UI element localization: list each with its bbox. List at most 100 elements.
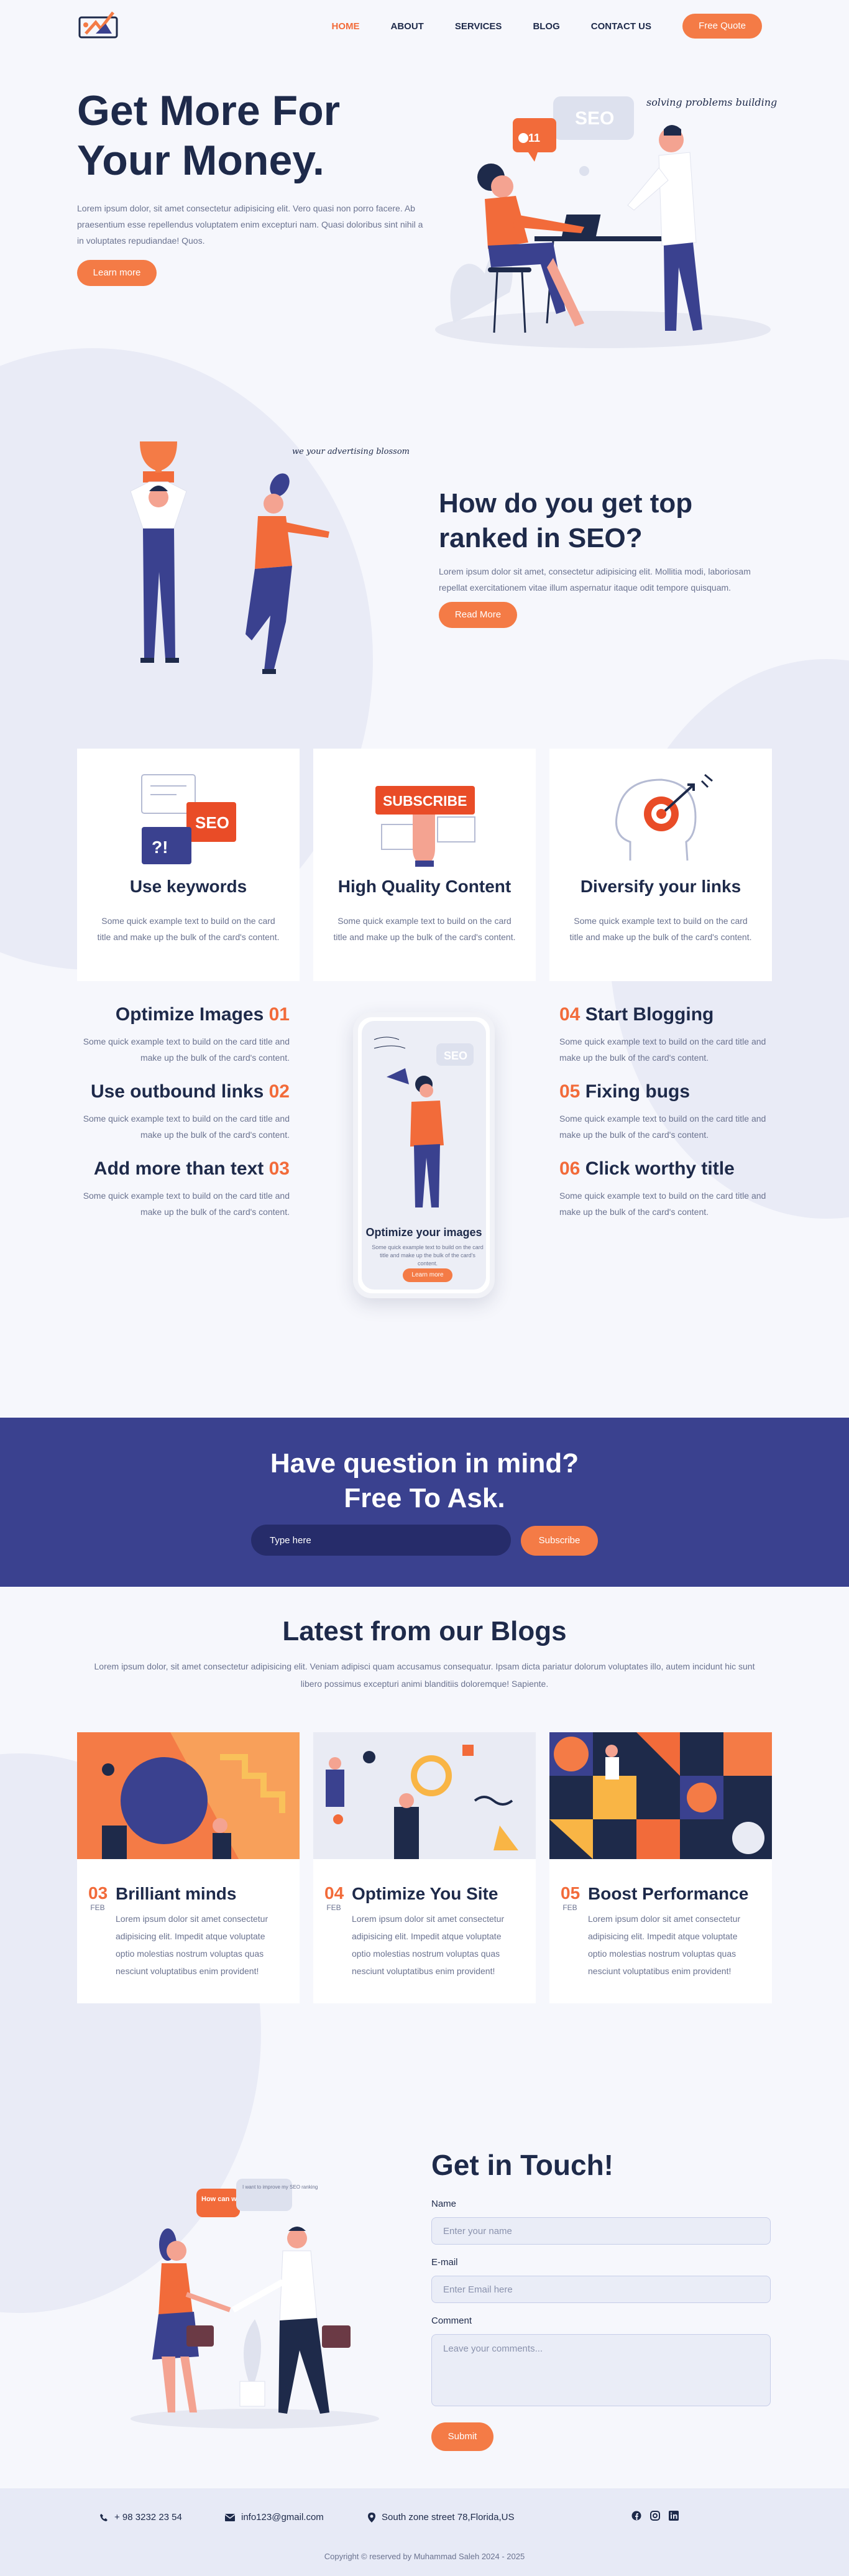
footer-address-text: South zone street 78,Florida,US (382, 2512, 515, 2523)
head-target-illustration (615, 773, 713, 861)
card-subscribe-sign: SUBSCRIBE (383, 793, 467, 809)
card-use-keywords: SEO ?! Use keywords Some quick example t… (77, 749, 300, 981)
blog-title[interactable]: Optimize You Site (352, 1883, 498, 1905)
blog-month: FEB (326, 1903, 341, 1912)
logo-icon[interactable] (77, 9, 122, 40)
hero-title-line1: Get More For (77, 87, 341, 134)
phone-illustration: SEO (374, 1036, 474, 1207)
main-menu: HOME ABOUT SERVICES BLOG CONTACT US Free… (301, 14, 762, 39)
hero-illustration: SEO 11 solving problems building brands (435, 96, 777, 348)
phone-screen: SEO Optimize your images Some quick exam… (362, 1021, 486, 1290)
phone-mockup: SEO Optimize your images Some quick exam… (353, 1012, 495, 1298)
blog-card[interactable]: 03 FEB Brilliant minds Lorem ipsum dolor… (77, 1732, 300, 2003)
blog-title[interactable]: Boost Performance (588, 1883, 748, 1905)
hero-seo-bubble: SEO (575, 108, 614, 129)
free-quote-button[interactable]: Free Quote (682, 14, 762, 39)
card-text: Some quick example text to build on the … (97, 916, 280, 942)
feature-number: 05 (559, 1081, 581, 1102)
feature-title: Optimize Images (115, 1004, 264, 1025)
footer: + 98 3232 23 54 info123@gmail.com South … (0, 2488, 849, 2576)
instagram-icon[interactable] (650, 2511, 660, 2521)
subscribe-button[interactable]: Subscribe (521, 1526, 598, 1556)
email-field[interactable] (431, 2276, 771, 2303)
blog-day: 04 (324, 1883, 344, 1903)
svg-text:?!: ?! (152, 838, 168, 857)
subscribe-title: Have question in mind? Free To Ask. (0, 1446, 849, 1516)
blog-card[interactable]: 04 FEB Optimize You Site Lorem ipsum dol… (313, 1732, 536, 2003)
learn-more-button[interactable]: Learn more (77, 260, 157, 286)
feature-number: 06 (559, 1158, 581, 1179)
phone-seo-bubble: SEO (444, 1050, 467, 1062)
contact-bubble-right: I want to improve my SEO ranking (242, 2184, 318, 2190)
blog-date: 04 FEB (324, 1883, 344, 1913)
feature-text: Some quick example text to build on the … (559, 1036, 766, 1063)
blog-month: FEB (562, 1903, 577, 1912)
feature-click-worthy-title: 06 Click worthy title Some quick example… (559, 1156, 783, 1220)
nav-contact[interactable]: CONTACT US (591, 21, 651, 32)
feature-number: 04 (559, 1004, 581, 1025)
feature-text: Some quick example text to build on the … (83, 1191, 290, 1217)
card-text: Some quick example text to build on the … (569, 916, 752, 942)
phone-icon (100, 2513, 108, 2521)
seo-handwriting: we your advertising blossom (292, 447, 410, 456)
card-diversify-links: Diversify your links Some quick example … (549, 749, 772, 981)
seo-text: Lorem ipsum dolor sit amet, consectetur … (439, 566, 751, 593)
blog-text: Lorem ipsum dolor sit amet consectetur a… (116, 1914, 268, 1976)
navbar: HOME ABOUT SERVICES BLOG CONTACT US Free… (0, 0, 849, 50)
comment-field[interactable] (431, 2334, 771, 2406)
phone-learn-more-button[interactable]: Learn more (403, 1268, 452, 1282)
feature-number: 01 (268, 1004, 290, 1025)
blog-card[interactable]: 05 FEB Boost Performance Lorem ipsum dol… (549, 1732, 772, 2003)
feature-text: Some quick example text to build on the … (83, 1036, 290, 1063)
footer-email-text[interactable]: info123@gmail.com (241, 2512, 324, 2523)
feature-more-than-text: Add more than text 03 Some quick example… (66, 1156, 290, 1220)
facebook-icon[interactable] (631, 2511, 641, 2521)
nav-blog[interactable]: BLOG (533, 21, 559, 32)
name-label: Name (431, 2199, 457, 2209)
blog-date: 03 FEB (88, 1883, 108, 1913)
nav-services[interactable]: SERVICES (455, 21, 502, 32)
mail-icon (225, 2513, 235, 2521)
footer-phone: + 98 3232 23 54 (99, 2512, 182, 2523)
blogs-title: Latest from our Blogs (282, 1616, 567, 1646)
feature-number: 03 (268, 1158, 290, 1179)
blog-image-brilliant-minds (77, 1732, 300, 1859)
subscribe-input[interactable] (251, 1525, 511, 1556)
card-title: High Quality Content (337, 877, 512, 896)
footer-email: info123@gmail.com (225, 2512, 324, 2523)
seo-illustration: we your advertising blossom (130, 441, 410, 674)
phone-title: Optimize your images (365, 1226, 482, 1239)
nav-home[interactable]: HOME (332, 21, 360, 32)
blog-day: 03 (88, 1883, 108, 1903)
feature-text: Some quick example text to build on the … (83, 1114, 290, 1140)
feature-start-blogging: 04 Start Blogging Some quick example tex… (559, 1002, 783, 1066)
contact-title: Get in Touch! (431, 2149, 614, 2181)
submit-button[interactable]: Submit (431, 2422, 493, 2451)
card-seo-bubble: SEO (195, 813, 229, 832)
location-icon (368, 2512, 375, 2523)
card-title: Use keywords (129, 877, 247, 896)
feature-fixing-bugs: 05 Fixing bugs Some quick example text t… (559, 1079, 783, 1143)
blog-text: Lorem ipsum dolor sit amet consectetur a… (352, 1914, 505, 1976)
phone-text: Some quick example text to build on the … (372, 1244, 484, 1267)
nav-about[interactable]: ABOUT (391, 21, 424, 32)
seo-title: How do you get top ranked in SEO? (439, 488, 693, 553)
card-text: Some quick example text to build on the … (333, 916, 516, 942)
hero-title: Get More For Your Money. (77, 86, 425, 185)
read-more-button[interactable]: Read More (439, 602, 517, 628)
blog-day: 05 (561, 1883, 581, 1903)
blog-image-boost-performance (549, 1732, 772, 1859)
blog-text: Lorem ipsum dolor sit amet consectetur a… (588, 1914, 741, 1976)
blogs-text: Lorem ipsum dolor, sit amet consectetur … (94, 1661, 755, 1689)
subscribe-illustration: SUBSCRIBE (375, 786, 475, 867)
contact-illustration: How can we help? I want to improve my SE… (131, 2179, 379, 2429)
linkedin-icon[interactable] (669, 2511, 679, 2521)
hero-title-line2: Your Money. (77, 137, 324, 184)
page: HOME ABOUT SERVICES BLOG CONTACT US Free… (0, 0, 849, 2576)
subscribe-title-line2: Free To Ask. (344, 1483, 505, 1513)
blog-title[interactable]: Brilliant minds (116, 1883, 236, 1905)
keywords-illustration: SEO ?! (141, 774, 236, 864)
blog-month: FEB (90, 1903, 105, 1912)
name-field[interactable] (431, 2217, 771, 2245)
hero-count-bubble: 11 (528, 132, 540, 144)
